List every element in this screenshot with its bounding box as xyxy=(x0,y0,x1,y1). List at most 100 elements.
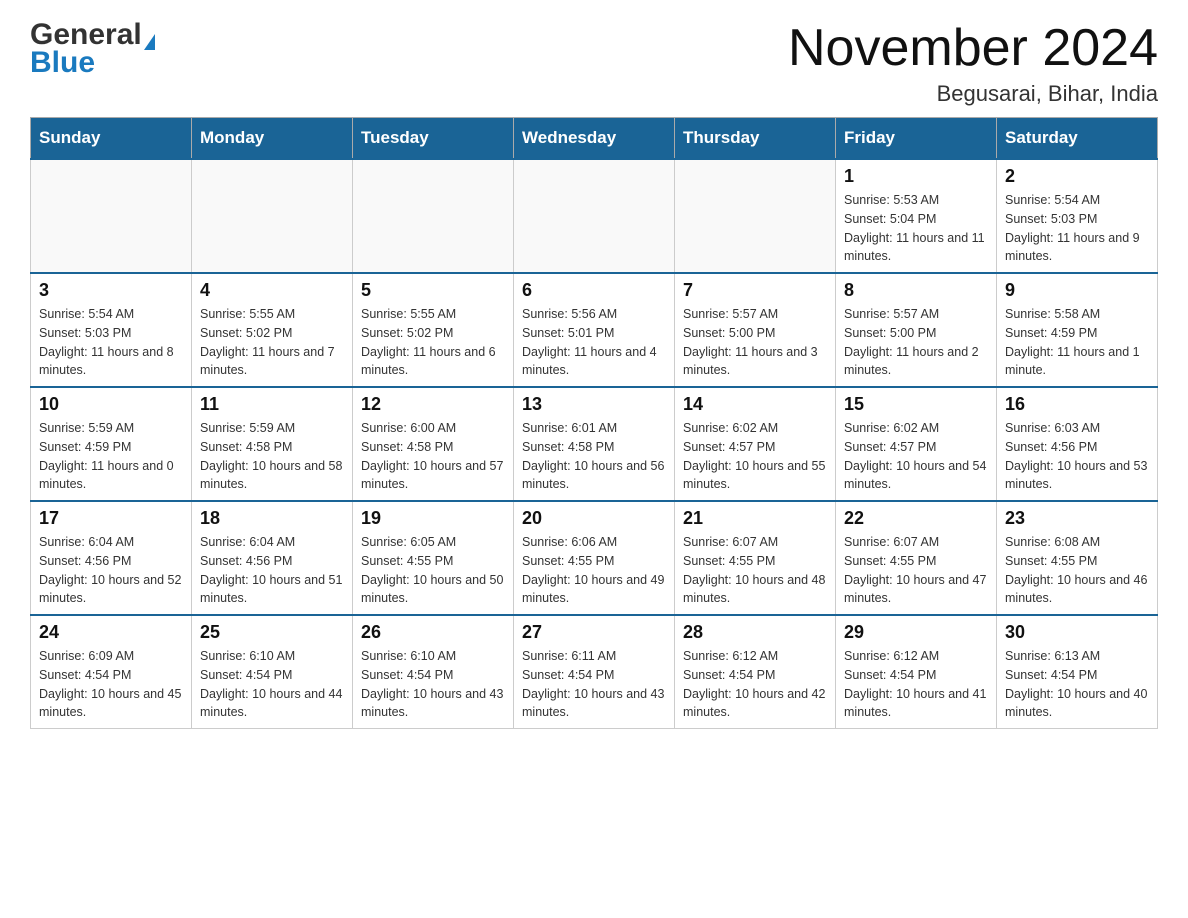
day-number: 27 xyxy=(522,622,666,643)
calendar-cell: 14 Sunrise: 6:02 AMSunset: 4:57 PMDayligh… xyxy=(675,387,836,501)
logo: General Blue xyxy=(30,20,155,78)
day-info: Sunrise: 5:55 AMSunset: 5:02 PMDaylight:… xyxy=(361,305,505,380)
day-number: 17 xyxy=(39,508,183,529)
week-row-5: 24Sunrise: 6:09 AMSunset: 4:54 PMDayligh… xyxy=(31,615,1158,729)
logo-blue-text: Blue xyxy=(30,48,95,78)
weekday-header-wednesday: Wednesday xyxy=(514,118,675,160)
day-number: 10 xyxy=(39,394,183,415)
calendar-cell xyxy=(31,159,192,273)
calendar-cell xyxy=(675,159,836,273)
day-info: Sunrise: 6:09 AMSunset: 4:54 PMDaylight:… xyxy=(39,647,183,722)
calendar-cell: 8 Sunrise: 5:57 AMSunset: 5:00 PMDaylight… xyxy=(836,273,997,387)
day-number: 23 xyxy=(1005,508,1149,529)
day-number: 6 xyxy=(522,280,666,301)
day-info: Sunrise: 6:02 AMSunset: 4:57 PMDaylight:… xyxy=(683,419,827,494)
day-info: Sunrise: 6:07 AMSunset: 4:55 PMDaylight:… xyxy=(683,533,827,608)
day-number: 2 xyxy=(1005,166,1149,187)
day-number: 13 xyxy=(522,394,666,415)
day-number: 8 xyxy=(844,280,988,301)
weekday-header-sunday: Sunday xyxy=(31,118,192,160)
calendar-cell: 9 Sunrise: 5:58 AMSunset: 4:59 PMDaylight… xyxy=(997,273,1158,387)
day-info: Sunrise: 6:11 AMSunset: 4:54 PMDaylight:… xyxy=(522,647,666,722)
weekday-header-row: SundayMondayTuesdayWednesdayThursdayFrid… xyxy=(31,118,1158,160)
calendar-cell: 6Sunrise: 5:56 AMSunset: 5:01 PMDaylight… xyxy=(514,273,675,387)
calendar-cell: 22 Sunrise: 6:07 AMSunset: 4:55 PMDayligh… xyxy=(836,501,997,615)
calendar-cell: 1 Sunrise: 5:53 AMSunset: 5:04 PMDaylight… xyxy=(836,159,997,273)
calendar-cell: 3Sunrise: 5:54 AMSunset: 5:03 PMDaylight… xyxy=(31,273,192,387)
day-info: Sunrise: 6:13 AMSunset: 4:54 PMDaylight:… xyxy=(1005,647,1149,722)
calendar-cell: 19 Sunrise: 6:05 AMSunset: 4:55 PMDayligh… xyxy=(353,501,514,615)
week-row-2: 3Sunrise: 5:54 AMSunset: 5:03 PMDaylight… xyxy=(31,273,1158,387)
calendar-cell: 30 Sunrise: 6:13 AMSunset: 4:54 PMDayligh… xyxy=(997,615,1158,729)
day-info: Sunrise: 5:58 AMSunset: 4:59 PMDaylight:… xyxy=(1005,305,1149,380)
day-number: 14 xyxy=(683,394,827,415)
day-number: 1 xyxy=(844,166,988,187)
calendar-cell: 13 Sunrise: 6:01 AMSunset: 4:58 PMDayligh… xyxy=(514,387,675,501)
day-number: 9 xyxy=(1005,280,1149,301)
calendar-cell: 18Sunrise: 6:04 AMSunset: 4:56 PMDayligh… xyxy=(192,501,353,615)
day-number: 3 xyxy=(39,280,183,301)
weekday-header-thursday: Thursday xyxy=(675,118,836,160)
day-info: Sunrise: 6:10 AMSunset: 4:54 PMDaylight:… xyxy=(200,647,344,722)
title-area: November 2024 Begusarai, Bihar, India xyxy=(788,20,1158,107)
week-row-1: 1 Sunrise: 5:53 AMSunset: 5:04 PMDaylight… xyxy=(31,159,1158,273)
calendar-table: SundayMondayTuesdayWednesdayThursdayFrid… xyxy=(30,117,1158,729)
calendar-cell: 29 Sunrise: 6:12 AMSunset: 4:54 PMDayligh… xyxy=(836,615,997,729)
day-info: Sunrise: 5:54 AMSunset: 5:03 PMDaylight:… xyxy=(1005,191,1149,266)
day-info: Sunrise: 6:02 AMSunset: 4:57 PMDaylight:… xyxy=(844,419,988,494)
day-number: 28 xyxy=(683,622,827,643)
location-text: Begusarai, Bihar, India xyxy=(788,81,1158,107)
calendar-cell: 25 Sunrise: 6:10 AMSunset: 4:54 PMDayligh… xyxy=(192,615,353,729)
day-number: 22 xyxy=(844,508,988,529)
day-number: 12 xyxy=(361,394,505,415)
day-info: Sunrise: 6:00 AMSunset: 4:58 PMDaylight:… xyxy=(361,419,505,494)
calendar-cell: 12 Sunrise: 6:00 AMSunset: 4:58 PMDayligh… xyxy=(353,387,514,501)
day-info: Sunrise: 5:59 AMSunset: 4:58 PMDaylight:… xyxy=(200,419,344,494)
day-info: Sunrise: 6:01 AMSunset: 4:58 PMDaylight:… xyxy=(522,419,666,494)
day-info: Sunrise: 5:59 AMSunset: 4:59 PMDaylight:… xyxy=(39,419,183,494)
day-number: 30 xyxy=(1005,622,1149,643)
day-number: 4 xyxy=(200,280,344,301)
calendar-cell: 7 Sunrise: 5:57 AMSunset: 5:00 PMDaylight… xyxy=(675,273,836,387)
day-info: Sunrise: 6:06 AMSunset: 4:55 PMDaylight:… xyxy=(522,533,666,608)
calendar-cell xyxy=(514,159,675,273)
page-header: General Blue November 2024 Begusarai, Bi… xyxy=(30,20,1158,107)
calendar-cell: 26 Sunrise: 6:10 AMSunset: 4:54 PMDayligh… xyxy=(353,615,514,729)
day-number: 7 xyxy=(683,280,827,301)
calendar-cell xyxy=(192,159,353,273)
calendar-cell: 4Sunrise: 5:55 AMSunset: 5:02 PMDaylight… xyxy=(192,273,353,387)
day-info: Sunrise: 6:03 AMSunset: 4:56 PMDaylight:… xyxy=(1005,419,1149,494)
day-info: Sunrise: 6:07 AMSunset: 4:55 PMDaylight:… xyxy=(844,533,988,608)
day-info: Sunrise: 5:57 AMSunset: 5:00 PMDaylight:… xyxy=(844,305,988,380)
calendar-cell: 20Sunrise: 6:06 AMSunset: 4:55 PMDayligh… xyxy=(514,501,675,615)
day-number: 29 xyxy=(844,622,988,643)
day-info: Sunrise: 6:08 AMSunset: 4:55 PMDaylight:… xyxy=(1005,533,1149,608)
day-number: 25 xyxy=(200,622,344,643)
calendar-cell: 5 Sunrise: 5:55 AMSunset: 5:02 PMDaylight… xyxy=(353,273,514,387)
day-number: 5 xyxy=(361,280,505,301)
week-row-3: 10 Sunrise: 5:59 AMSunset: 4:59 PMDayligh… xyxy=(31,387,1158,501)
calendar-cell: 27 Sunrise: 6:11 AMSunset: 4:54 PMDayligh… xyxy=(514,615,675,729)
day-number: 21 xyxy=(683,508,827,529)
day-number: 15 xyxy=(844,394,988,415)
calendar-cell: 23 Sunrise: 6:08 AMSunset: 4:55 PMDayligh… xyxy=(997,501,1158,615)
calendar-cell: 28Sunrise: 6:12 AMSunset: 4:54 PMDayligh… xyxy=(675,615,836,729)
calendar-cell: 11 Sunrise: 5:59 AMSunset: 4:58 PMDayligh… xyxy=(192,387,353,501)
day-number: 18 xyxy=(200,508,344,529)
day-info: Sunrise: 5:57 AMSunset: 5:00 PMDaylight:… xyxy=(683,305,827,380)
day-number: 26 xyxy=(361,622,505,643)
calendar-cell: 21 Sunrise: 6:07 AMSunset: 4:55 PMDayligh… xyxy=(675,501,836,615)
calendar-cell: 24Sunrise: 6:09 AMSunset: 4:54 PMDayligh… xyxy=(31,615,192,729)
calendar-cell: 16 Sunrise: 6:03 AMSunset: 4:56 PMDayligh… xyxy=(997,387,1158,501)
day-number: 11 xyxy=(200,394,344,415)
day-number: 19 xyxy=(361,508,505,529)
weekday-header-friday: Friday xyxy=(836,118,997,160)
day-info: Sunrise: 6:05 AMSunset: 4:55 PMDaylight:… xyxy=(361,533,505,608)
day-info: Sunrise: 6:04 AMSunset: 4:56 PMDaylight:… xyxy=(39,533,183,608)
calendar-cell: 15 Sunrise: 6:02 AMSunset: 4:57 PMDayligh… xyxy=(836,387,997,501)
day-info: Sunrise: 6:12 AMSunset: 4:54 PMDaylight:… xyxy=(844,647,988,722)
calendar-cell: 17 Sunrise: 6:04 AMSunset: 4:56 PMDayligh… xyxy=(31,501,192,615)
day-info: Sunrise: 6:10 AMSunset: 4:54 PMDaylight:… xyxy=(361,647,505,722)
day-number: 16 xyxy=(1005,394,1149,415)
day-info: Sunrise: 5:53 AMSunset: 5:04 PMDaylight:… xyxy=(844,191,988,266)
